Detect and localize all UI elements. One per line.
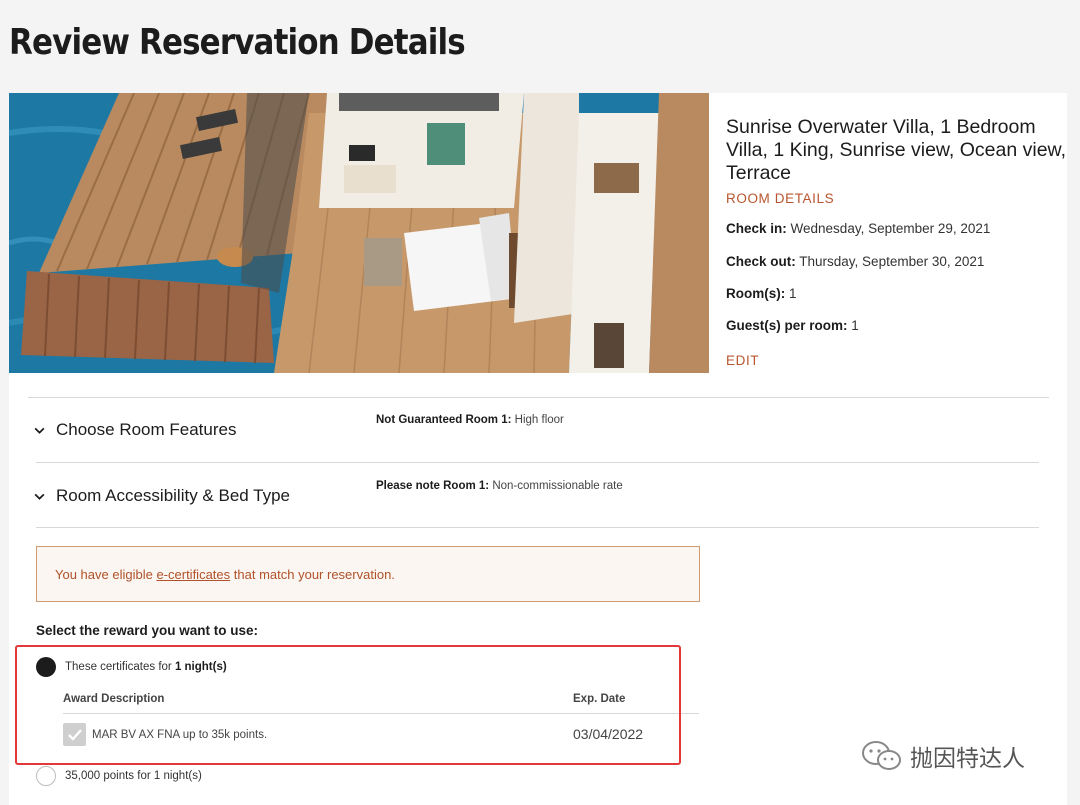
wechat-icon (862, 741, 901, 770)
guests-line: Guest(s) per room: 1 (726, 318, 859, 333)
points-radio[interactable] (36, 766, 56, 786)
accordion-label: Choose Room Features (56, 420, 237, 439)
option1-nights: 1 night(s) (174, 661, 227, 673)
check-in-label: Check in: (726, 221, 787, 236)
alert-suffix: that match your reservation. (233, 566, 395, 582)
check-out-line: Check out: Thursday, September 30, 2021 (726, 254, 984, 269)
points-option-label: 35,000 points for 1 night(s) (65, 770, 202, 782)
room-info: Sunrise Overwater Villa, 1 Bedroom Villa… (726, 116, 1071, 206)
accordion-room-features[interactable]: Choose Room Features (33, 420, 236, 440)
checkmark-icon (67, 728, 82, 741)
edit-link[interactable]: EDIT (726, 353, 759, 368)
room-title: Sunrise Overwater Villa, 1 Bedroom Villa… (726, 116, 1066, 184)
chevron-down-icon (34, 493, 45, 500)
rooms-line: Room(s): 1 (726, 286, 797, 301)
chevron-down-icon (34, 427, 45, 434)
room-image (9, 93, 709, 373)
check-in-line: Check in: Wednesday, September 29, 2021 (726, 221, 990, 236)
check-out-label: Check out: (726, 254, 796, 269)
page-title: Review Reservation Details (9, 22, 466, 63)
award-exp-date: 03/04/2022 (573, 726, 644, 742)
e-certificates-alert: You have eligible e-certificates that ma… (36, 546, 700, 602)
guests-value: 1 (851, 318, 859, 333)
rooms-label: Room(s): (726, 286, 786, 301)
divider (28, 397, 1049, 398)
divider (36, 462, 1039, 463)
watermark-text: 抛因特达人 (910, 746, 1025, 772)
accordion-accessibility-bed[interactable]: Room Accessibility & Bed Type (33, 486, 290, 506)
note-value: Non-commissionable rate (492, 480, 623, 492)
exp-date-header: Exp. Date (573, 693, 626, 705)
note-label: Please note Room 1: (376, 480, 490, 492)
certificates-radio[interactable] (36, 657, 56, 677)
award-description-header: Award Description (63, 693, 165, 705)
watermark: 抛因特达人 (860, 738, 1025, 774)
award-checkbox[interactable] (63, 723, 86, 746)
accordion-label: Room Accessibility & Bed Type (56, 486, 291, 505)
reward-prompt: Select the reward you want to use: (36, 623, 259, 638)
note-value: High floor (514, 414, 564, 426)
award-description: MAR BV AX FNA up to 35k points. (92, 729, 268, 741)
e-certificates-link[interactable]: e-certificates (156, 567, 230, 582)
guests-label: Guest(s) per room: (726, 318, 848, 333)
option1-prefix: These certificates for (65, 661, 175, 673)
note-label: Not Guaranteed Room 1: (376, 414, 512, 426)
certificates-option-label: These certificates for 1 night(s) (65, 661, 227, 673)
check-in-value: Wednesday, September 29, 2021 (790, 221, 991, 236)
rooms-value: 1 (789, 286, 797, 301)
check-out-value: Thursday, September 30, 2021 (799, 254, 985, 269)
accessibility-note: Please note Room 1: Non-commissionable r… (376, 480, 623, 492)
room-details-link[interactable]: ROOM DETAILS (726, 191, 1071, 206)
divider (36, 527, 1039, 528)
table-divider (63, 713, 699, 714)
alert-prefix: You have eligible (55, 566, 153, 582)
room-features-note: Not Guaranteed Room 1: High floor (376, 414, 564, 426)
